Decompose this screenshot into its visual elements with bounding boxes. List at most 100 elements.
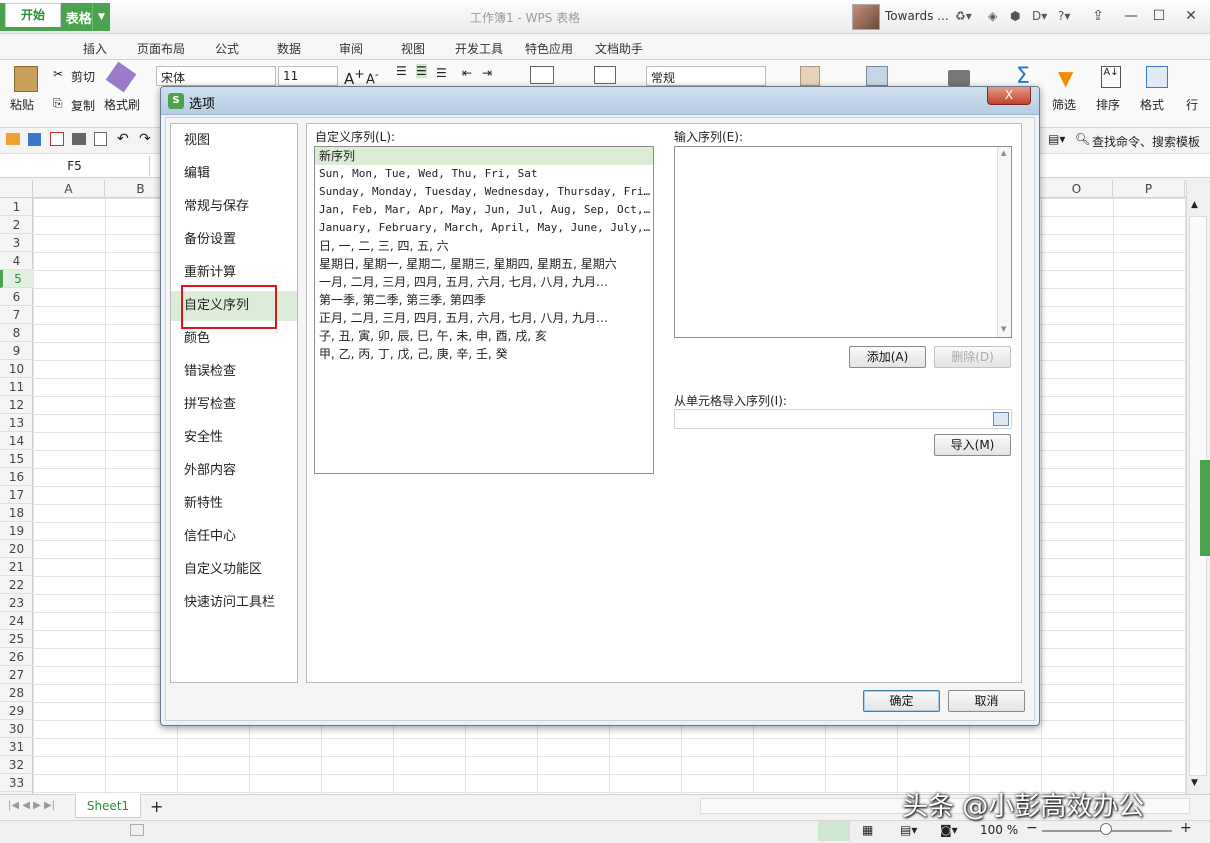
sheet-tab[interactable]: Sheet1 [75,794,141,818]
nav-item[interactable]: 常规与保存 [171,192,297,222]
search-commands-input[interactable]: 查找命令、搜索模板 [1092,133,1200,150]
macro-icon[interactable] [130,824,144,836]
dialog-title-bar[interactable]: S 选项 X [161,87,1039,115]
page-break-view-icon[interactable]: ▦ [862,823,873,837]
row-header[interactable]: 9 [0,342,33,360]
font-family-select[interactable]: 宋体 [156,66,276,86]
save-icon[interactable] [28,133,41,146]
row-header[interactable]: 7 [0,306,33,324]
tab-formulas[interactable]: 公式 [215,40,239,57]
sort-icon[interactable]: A↓ [1101,66,1121,88]
indent-icon[interactable]: ⇤ [462,66,472,80]
tab-review[interactable]: 审阅 [339,40,363,57]
add-sheet-icon[interactable]: + [150,797,163,816]
row-header[interactable]: 4 [0,252,33,270]
increase-font-icon[interactable]: A+ [344,66,365,88]
reading-mode-icon[interactable]: ◙▾ [940,823,958,837]
row-header[interactable]: 14 [0,432,33,450]
nav-item[interactable]: 快速访问工具栏 [171,588,297,618]
scroll-up-icon[interactable]: ▲ [1001,149,1006,157]
row-header[interactable]: 32 [0,756,33,774]
nav-item[interactable]: 重新计算 [171,258,297,288]
row-header[interactable]: 26 [0,648,33,666]
nav-item[interactable]: 信任中心 [171,522,297,552]
redo-icon[interactable]: ↷ [139,131,151,147]
avatar[interactable] [852,4,880,30]
decrease-font-icon[interactable]: A- [366,68,379,87]
qat-menu-icon[interactable]: ▤▾ [1048,132,1065,146]
list-item[interactable]: 日, 一, 二, 三, 四, 五, 六 [315,237,653,255]
tab-view[interactable]: 视图 [401,40,425,57]
tab-developer[interactable]: 开发工具 [455,40,503,57]
tab-home[interactable]: 开始 [5,3,61,27]
list-item[interactable]: 星期日, 星期一, 星期二, 星期三, 星期四, 星期五, 星期六 [315,255,653,273]
list-item[interactable]: 一月, 二月, 三月, 四月, 五月, 六月, 七月, 八月, 九月… [315,273,653,291]
close-button[interactable]: ✕ [1178,6,1204,26]
ok-button[interactable]: 确定 [863,690,940,712]
outdent-icon[interactable]: ⇥ [482,66,492,80]
format-button[interactable]: 格式 [1140,96,1164,113]
row-header[interactable]: 25 [0,630,33,648]
row-header[interactable]: 18 [0,504,33,522]
undo-icon[interactable]: ↶ [117,131,129,147]
nav-item[interactable]: 视图 [171,126,297,156]
row-header[interactable]: 13 [0,414,33,432]
zoom-slider-thumb[interactable] [1100,823,1112,835]
row-header[interactable]: 29 [0,702,33,720]
skin-icon[interactable]: ◈ [988,9,997,23]
custom-lists-listbox[interactable]: 新序列 Sun, Mon, Tue, Wed, Thu, Fri, Sat Sund… [314,146,654,474]
row-header[interactable]: 17 [0,486,33,504]
row-header[interactable]: 10 [0,360,33,378]
range-picker-icon[interactable] [993,412,1009,426]
nav-item[interactable]: 备份设置 [171,225,297,255]
cancel-button[interactable]: 取消 [948,690,1025,712]
nav-item[interactable]: 外部内容 [171,456,297,486]
copy-button[interactable]: 复制 [71,97,95,114]
export-pdf-icon[interactable] [50,132,64,146]
zoom-in-icon[interactable]: + [1180,820,1192,836]
list-entries-scrollbar[interactable]: ▲ ▼ [997,147,1011,337]
list-item[interactable]: Sunday, Monday, Tuesday, Wednesday, Thur… [315,183,653,201]
list-item[interactable]: Jan, Feb, Mar, Apr, May, Jun, Jul, Aug, … [315,201,653,219]
row-header[interactable]: 15 [0,450,33,468]
tab-insert[interactable]: 插入 [83,40,107,57]
paste-icon[interactable] [14,66,38,92]
nav-item[interactable]: 拼写检查 [171,390,297,420]
normal-view-icon[interactable] [818,821,850,841]
row-header[interactable]: 12 [0,396,33,414]
page-layout-view-icon[interactable]: ▤▾ [900,823,917,837]
list-item[interactable]: 第一季, 第二季, 第三季, 第四季 [315,291,653,309]
row-header[interactable]: 6 [0,288,33,306]
nav-item[interactable]: 编辑 [171,159,297,189]
row-header[interactable]: 33 [0,774,33,792]
scroll-down-icon[interactable]: ▼ [1191,778,1198,788]
cut-button[interactable]: 剪切 [71,68,95,85]
tab-page-layout[interactable]: 页面布局 [137,40,185,57]
copy-icon[interactable]: ⎘ [53,96,63,111]
list-item[interactable]: Sun, Mon, Tue, Wed, Thu, Fri, Sat [315,165,653,183]
print-preview-icon[interactable] [94,132,107,146]
row-header[interactable]: 20 [0,540,33,558]
paste-button[interactable]: 粘贴 [10,96,34,113]
import-range-input[interactable] [674,409,1012,429]
column-header[interactable]: P [1113,180,1185,198]
format-painter-button[interactable]: 格式刷 [104,96,140,113]
list-entries-textarea[interactable]: ▲ ▼ [674,146,1012,338]
row-header[interactable]: 19 [0,522,33,540]
row-header[interactable]: 30 [0,720,33,738]
nav-item[interactable]: 自定义功能区 [171,555,297,585]
column-header[interactable]: A [33,180,105,198]
row-header[interactable]: 11 [0,378,33,396]
scroll-up-icon[interactable]: ▲ [1191,200,1198,210]
user-name[interactable]: Towards ... [885,9,949,23]
column-header[interactable]: O [1041,180,1113,198]
print-icon[interactable] [72,133,86,145]
add-button[interactable]: 添加(A) [849,346,926,368]
row-header[interactable]: 28 [0,684,33,702]
delete-button[interactable]: 删除(D) [934,346,1011,368]
settings-icon[interactable]: ⬢ [1010,9,1020,23]
filter-button[interactable]: 筛选 [1052,96,1076,113]
row-column-button[interactable]: 行 [1186,96,1198,113]
merge-icon[interactable] [594,66,616,84]
row-header[interactable]: 5 [0,270,33,288]
